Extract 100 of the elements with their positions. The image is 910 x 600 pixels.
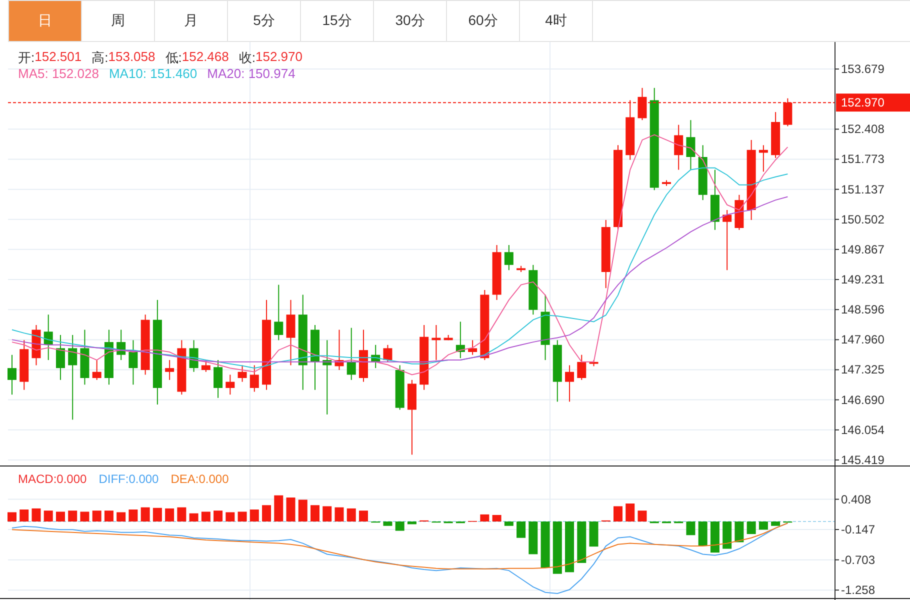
candlestick xyxy=(214,360,223,398)
indicator-axis-label: 0.408 xyxy=(841,492,872,506)
candlestick xyxy=(201,360,210,372)
histogram-bar xyxy=(528,522,538,554)
histogram-bar xyxy=(322,506,332,522)
histogram-bar xyxy=(226,512,235,522)
candlestick xyxy=(395,364,404,410)
histogram-bar xyxy=(722,522,732,549)
histogram-bar xyxy=(577,522,586,563)
candlestick xyxy=(92,360,102,380)
candlestick xyxy=(140,314,150,376)
candlestick xyxy=(734,194,744,230)
histogram-bar xyxy=(44,510,53,522)
candlestick xyxy=(480,290,490,361)
period-tab[interactable]: 5分 xyxy=(228,1,301,42)
candlestick xyxy=(662,180,671,186)
candlestick xyxy=(698,144,708,201)
histogram-bar xyxy=(407,522,416,524)
histogram-bar xyxy=(734,522,744,542)
indicator-axis-label: -1.258 xyxy=(841,583,876,598)
histogram-bar xyxy=(626,504,635,522)
candlestick xyxy=(456,321,465,359)
price-axis-label: 149.867 xyxy=(841,242,884,256)
legend-label: 高: xyxy=(92,49,108,67)
candlestick xyxy=(577,354,586,380)
candlestick xyxy=(274,284,284,341)
price-axis-label: 152.408 xyxy=(841,122,884,136)
price-axis-label: 153.679 xyxy=(841,62,884,76)
legend-label: 开: xyxy=(18,49,35,67)
histogram-bar xyxy=(686,522,696,536)
histogram-bar xyxy=(540,522,550,568)
candlestick xyxy=(504,244,514,271)
price-axis-label: 149.231 xyxy=(841,272,884,287)
candlestick xyxy=(128,340,138,386)
histogram-bar xyxy=(383,522,392,526)
histogram-bar xyxy=(395,522,404,531)
histogram-bar xyxy=(638,510,647,522)
period-tab[interactable]: 4时 xyxy=(520,1,593,42)
legend-value: 152.970 xyxy=(256,49,302,66)
histogram-bar xyxy=(177,507,186,522)
legend-value: DIFF:0.000 xyxy=(98,472,159,486)
period-tab[interactable]: 15分 xyxy=(301,1,374,42)
histogram-bar xyxy=(614,506,622,522)
indicator-axis-label: -0.147 xyxy=(841,522,876,537)
legend-label: 低: xyxy=(165,49,182,67)
candlestick xyxy=(783,98,792,127)
candlestick xyxy=(722,210,732,271)
period-tab[interactable]: 60分 xyxy=(447,1,520,42)
price-axis-label: 148.596 xyxy=(841,302,884,317)
candlestick xyxy=(32,324,41,366)
candlestick xyxy=(250,364,259,392)
price-axis-label: 146.054 xyxy=(841,422,884,437)
legend-value: MA10: 151.460 xyxy=(108,66,198,81)
candlestick xyxy=(771,112,780,158)
histogram-bar xyxy=(334,507,344,522)
candlestick xyxy=(626,100,635,160)
histogram-bar xyxy=(480,514,490,522)
candlestick xyxy=(104,329,114,386)
histogram-bar xyxy=(189,513,198,522)
histogram-bar xyxy=(8,512,16,522)
candlestick xyxy=(686,120,696,170)
candlestick xyxy=(516,265,526,272)
histogram-bar xyxy=(286,498,296,522)
candlestick xyxy=(540,294,550,361)
candlestick xyxy=(565,364,574,402)
candlestick xyxy=(638,87,647,121)
histogram-bar xyxy=(262,505,272,522)
candlestick xyxy=(432,324,441,361)
histogram-bar xyxy=(358,510,368,522)
candlestick xyxy=(20,340,29,390)
histogram-bar xyxy=(746,522,756,534)
candlestick xyxy=(383,344,392,362)
histogram-bar xyxy=(116,512,126,522)
candlestick xyxy=(177,340,186,396)
histogram-bar xyxy=(758,522,768,530)
candlestick xyxy=(468,340,478,356)
histogram-bar xyxy=(80,512,90,522)
candlestick xyxy=(116,329,126,361)
period-tab[interactable]: 月 xyxy=(155,1,228,42)
period-tab[interactable]: 周 xyxy=(82,1,155,42)
candlestick xyxy=(310,324,320,390)
candlestick xyxy=(238,364,247,382)
histogram-bar xyxy=(274,495,284,522)
legend-value: 152.468 xyxy=(182,49,229,66)
histogram-bar xyxy=(346,508,356,522)
legend-value: MA5: 152.028 xyxy=(18,66,99,81)
candlestick xyxy=(358,329,368,382)
candlestick xyxy=(226,374,235,396)
price-axis-label: 151.773 xyxy=(841,152,884,166)
histogram-bar xyxy=(152,508,162,522)
histogram-bar xyxy=(565,522,574,572)
histogram-bar xyxy=(201,512,210,522)
histogram-bar xyxy=(504,522,514,526)
price-axis-label: 146.690 xyxy=(841,392,884,407)
histogram-bar xyxy=(516,522,526,538)
legend-value: 153.058 xyxy=(108,49,156,66)
period-tab[interactable]: 30分 xyxy=(374,1,447,42)
price-axis-label: 147.325 xyxy=(841,362,884,377)
last-price-tag: 152.970 xyxy=(836,94,910,112)
price-axis-label: 150.502 xyxy=(841,212,884,226)
